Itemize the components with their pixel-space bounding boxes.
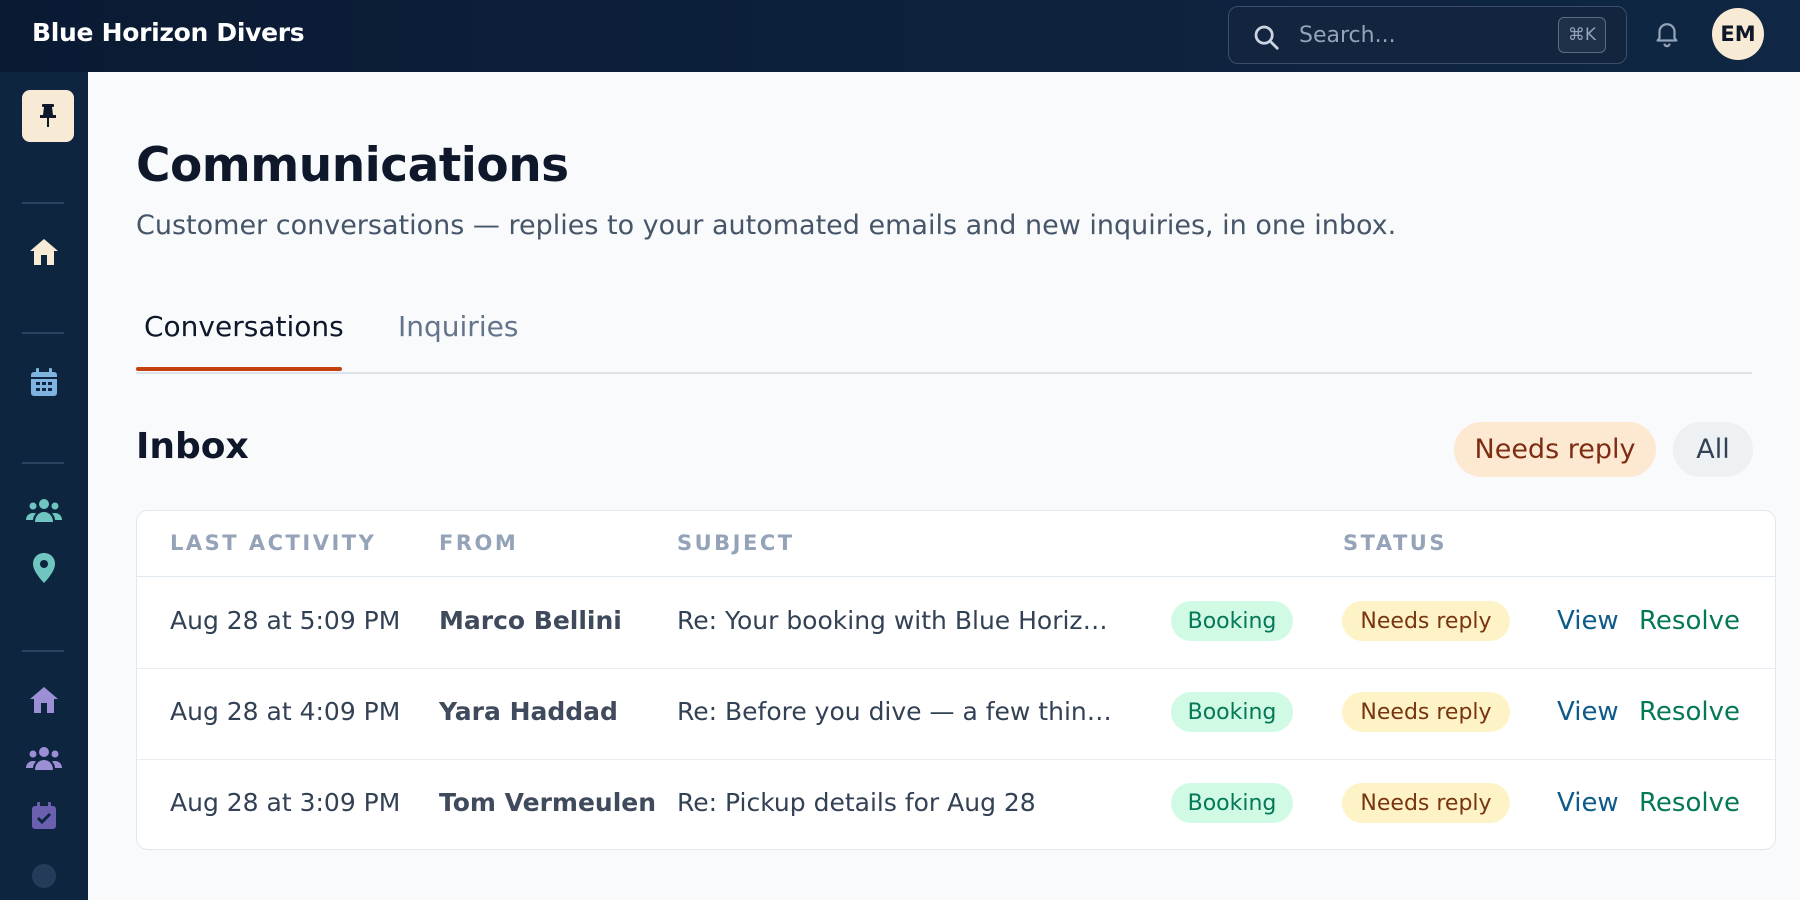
sidebar-item-more[interactable] bbox=[26, 856, 62, 892]
category-badge: Booking bbox=[1171, 601, 1293, 641]
last-activity-cell: Aug 28 at 5:09 PM bbox=[170, 606, 401, 635]
column-header-subject[interactable]: SUBJECT bbox=[677, 531, 795, 555]
sidebar bbox=[0, 72, 88, 900]
column-header-from[interactable]: FROM bbox=[439, 531, 518, 555]
last-activity-cell: Aug 28 at 4:09 PM bbox=[170, 697, 401, 726]
resolve-link[interactable]: Resolve bbox=[1639, 788, 1740, 818]
table-row[interactable]: Aug 28 at 4:09 PM Yara Haddad Re: Before… bbox=[137, 669, 1775, 760]
conversations-table: LAST ACTIVITY FROM SUBJECT STATUS Aug 28… bbox=[136, 510, 1776, 850]
subject-cell: Re: Pickup details for Aug 28 bbox=[677, 788, 1036, 817]
users-icon bbox=[26, 499, 62, 522]
sidebar-divider bbox=[22, 462, 64, 464]
calendar-icon bbox=[31, 368, 57, 396]
circle-icon bbox=[32, 864, 56, 888]
active-tab-indicator bbox=[136, 367, 342, 371]
search-icon bbox=[1254, 25, 1279, 50]
table-row[interactable]: Aug 28 at 3:09 PM Tom Vermeulen Re: Pick… bbox=[137, 760, 1775, 849]
avatar[interactable]: EM bbox=[1712, 8, 1764, 60]
pin-button[interactable] bbox=[22, 90, 74, 142]
from-cell: Marco Bellini bbox=[439, 606, 622, 635]
search-box[interactable]: ⌘K bbox=[1228, 6, 1627, 64]
sidebar-item-tasks[interactable] bbox=[26, 798, 62, 834]
sidebar-item-customers[interactable] bbox=[26, 492, 62, 528]
tab-inquiries[interactable]: Inquiries bbox=[398, 310, 518, 343]
view-link[interactable]: View bbox=[1557, 697, 1619, 727]
tab-conversations[interactable]: Conversations bbox=[144, 310, 344, 343]
pin-icon bbox=[40, 104, 56, 127]
users-icon bbox=[26, 747, 62, 770]
location-pin-icon bbox=[33, 553, 55, 583]
resolve-link[interactable]: Resolve bbox=[1639, 606, 1740, 636]
sidebar-item-team[interactable] bbox=[26, 740, 62, 776]
inbox-title: Inbox bbox=[136, 426, 249, 467]
bell-icon[interactable] bbox=[1652, 16, 1682, 50]
sidebar-item-calendar[interactable] bbox=[26, 364, 62, 400]
sidebar-divider bbox=[22, 332, 64, 334]
filter-all[interactable]: All bbox=[1673, 422, 1753, 477]
resolve-link[interactable]: Resolve bbox=[1639, 697, 1740, 727]
from-cell: Tom Vermeulen bbox=[439, 788, 657, 817]
table-row[interactable]: Aug 28 at 5:09 PM Marco Bellini Re: Your… bbox=[137, 578, 1775, 669]
column-header-status[interactable]: STATUS bbox=[1343, 531, 1447, 555]
page-subtitle: Customer conversations — replies to your… bbox=[136, 210, 1397, 241]
main-content: Communications Customer conversations — … bbox=[88, 72, 1800, 900]
status-badge: Needs reply bbox=[1342, 783, 1510, 823]
search-input[interactable] bbox=[1299, 17, 1539, 53]
tabs-divider bbox=[136, 372, 1752, 374]
home-icon bbox=[30, 687, 58, 713]
sidebar-item-locations[interactable] bbox=[26, 550, 62, 586]
brand-name[interactable]: Blue Horizon Divers bbox=[32, 18, 305, 47]
calendar-check-icon bbox=[32, 802, 56, 829]
subject-cell: Re: Your booking with Blue Horizon ... bbox=[677, 606, 1117, 635]
category-badge: Booking bbox=[1171, 692, 1293, 732]
view-link[interactable]: View bbox=[1557, 606, 1619, 636]
sidebar-item-home[interactable] bbox=[26, 234, 62, 270]
subject-cell: Re: Before you dive — a few things t... bbox=[677, 697, 1117, 726]
status-badge: Needs reply bbox=[1342, 692, 1510, 732]
home-icon bbox=[30, 239, 58, 265]
keyboard-shortcut-badge: ⌘K bbox=[1558, 17, 1606, 53]
sidebar-item-home-2[interactable] bbox=[26, 682, 62, 718]
top-bar: Blue Horizon Divers ⌘K EM bbox=[0, 0, 1800, 72]
table-header: LAST ACTIVITY FROM SUBJECT STATUS bbox=[137, 511, 1775, 577]
last-activity-cell: Aug 28 at 3:09 PM bbox=[170, 788, 401, 817]
from-cell: Yara Haddad bbox=[439, 697, 618, 726]
column-header-last-activity[interactable]: LAST ACTIVITY bbox=[170, 531, 376, 555]
sidebar-divider bbox=[22, 650, 64, 652]
view-link[interactable]: View bbox=[1557, 788, 1619, 818]
status-badge: Needs reply bbox=[1342, 601, 1510, 641]
filter-needs-reply[interactable]: Needs reply bbox=[1454, 422, 1656, 477]
page-title: Communications bbox=[136, 138, 569, 193]
category-badge: Booking bbox=[1171, 783, 1293, 823]
sidebar-divider bbox=[22, 202, 64, 204]
